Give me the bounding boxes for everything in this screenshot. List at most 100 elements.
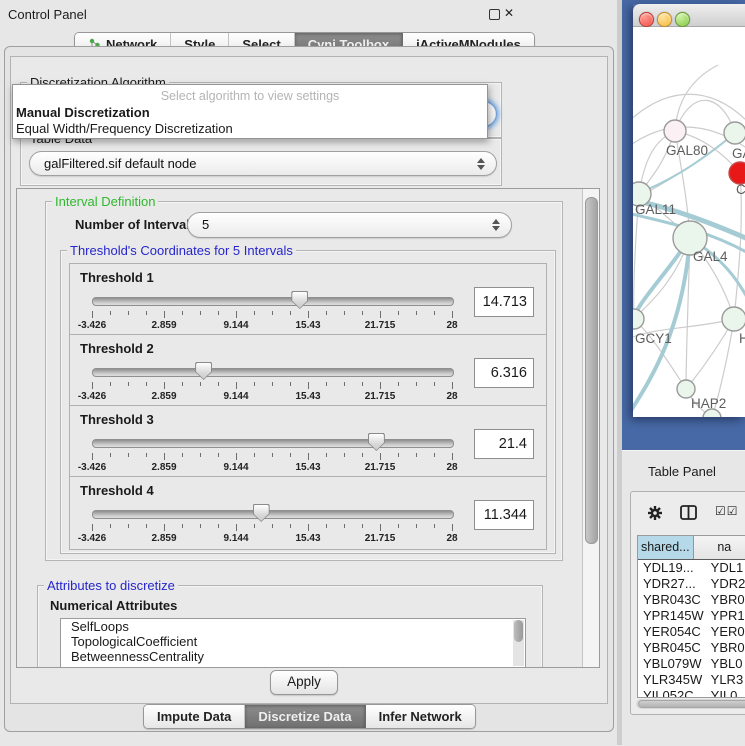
cell-name: YDL1	[707, 560, 745, 576]
slider-thumb[interactable]	[195, 362, 212, 380]
table-row[interactable]: YPR145WYPR1	[638, 608, 745, 624]
split-columns-icon[interactable]	[680, 505, 697, 520]
table-panel-box: ☑☑ shared... na YDL19...YDL1YDR27...YDR2…	[630, 491, 745, 715]
tick-mark	[290, 311, 291, 315]
tick-mark	[92, 453, 93, 460]
tab-label: Impute Data	[157, 709, 231, 724]
minimize-traffic-light[interactable]	[657, 12, 672, 27]
table-row[interactable]: YLR345WYLR3	[638, 672, 745, 688]
tick-mark	[146, 453, 147, 457]
tick-mark	[218, 524, 219, 528]
close-traffic-light[interactable]	[639, 12, 654, 27]
attribute-list-item[interactable]: SelfLoops	[61, 619, 525, 634]
tab-discretize-data[interactable]: Discretize Data	[245, 705, 365, 728]
attribute-list-item[interactable]: BetweennessCentrality	[61, 649, 525, 664]
node-label: GAL11	[635, 202, 676, 217]
slider-thumb[interactable]	[368, 433, 385, 451]
table-row[interactable]: YBR045CYBR0	[638, 640, 745, 656]
threshold-value-field[interactable]: 14.713	[474, 287, 534, 317]
tab-label: Infer Network	[379, 709, 462, 724]
tick-mark	[254, 453, 255, 457]
scrollbar-thumb[interactable]	[585, 197, 598, 544]
table-row[interactable]: YDR27...YDR2	[638, 576, 745, 592]
scale-label: 28	[446, 462, 457, 473]
table-toolbar: ☑☑	[631, 492, 745, 534]
scale-label: -3.426	[78, 533, 106, 544]
close-icon[interactable]: ✕	[504, 6, 514, 20]
gear-icon[interactable]	[647, 505, 663, 521]
cell-name: YER0	[707, 624, 745, 640]
attribute-list-item[interactable]: TopologicalCoefficient	[61, 634, 525, 649]
threshold-value-field[interactable]: 6.316	[474, 358, 534, 388]
scale-label: -3.426	[78, 391, 106, 402]
network-node-red[interactable]	[729, 162, 745, 184]
checkbox-icons[interactable]: ☑☑	[715, 504, 739, 518]
number-of-intervals-combo[interactable]: 5	[187, 212, 512, 238]
threshold-value-field[interactable]: 21.4	[474, 429, 534, 459]
slider-thumb[interactable]	[253, 504, 270, 522]
tick-mark	[146, 524, 147, 528]
tick-mark	[146, 382, 147, 386]
tick-mark	[380, 453, 381, 460]
table-row[interactable]: YBL079WYBL0	[638, 656, 745, 672]
slider-thumb[interactable]	[291, 291, 308, 309]
tick-mark	[290, 382, 291, 386]
cell-shared-name: YLR345W	[638, 672, 707, 688]
horizontal-scrollbar[interactable]	[636, 699, 745, 709]
network-canvas[interactable]: GAL80GACGAL11GAL4GCY1HHAP2	[633, 27, 745, 417]
dropdown-option-equal-width[interactable]: Equal Width/Frequency Discretization	[16, 121, 233, 136]
attributes-listbox[interactable]: SelfLoopsTopologicalCoefficientBetweenne…	[60, 618, 526, 668]
slider-track[interactable]	[92, 439, 454, 448]
tick-mark	[344, 524, 345, 528]
scale-label: 9.144	[223, 533, 248, 544]
slider-track[interactable]	[92, 368, 454, 377]
tick-mark	[254, 524, 255, 528]
tick-mark	[272, 524, 273, 528]
column-header-shared-name[interactable]: shared...	[638, 536, 694, 559]
scale-label: 2.859	[151, 462, 176, 473]
network-node-green[interactable]	[722, 307, 745, 331]
tick-mark	[398, 453, 399, 457]
network-node-green[interactable]	[724, 122, 745, 144]
threshold-label: Threshold 1	[80, 270, 154, 285]
table-row[interactable]: YBR043CYBR0	[638, 592, 745, 608]
scale-label: 15.43	[295, 462, 320, 473]
float-window-icon[interactable]	[489, 9, 500, 20]
tab-infer-network[interactable]: Infer Network	[366, 705, 475, 728]
table-data-combo[interactable]: galFiltered.sif default node	[29, 151, 497, 176]
table-row[interactable]: YIL052CYIL0	[638, 688, 745, 698]
numerical-attributes-label: Numerical Attributes	[50, 598, 177, 613]
list-scrollbar[interactable]	[513, 620, 524, 666]
scrollbar-thumb[interactable]	[638, 700, 745, 708]
tick-mark	[344, 453, 345, 457]
node-table[interactable]: shared... na YDL19...YDL1YDR27...YDR2YBR…	[637, 535, 745, 698]
threshold-value-field[interactable]: 11.344	[474, 500, 534, 530]
tick-mark	[362, 524, 363, 528]
scale-label: 15.43	[295, 533, 320, 544]
zoom-traffic-light[interactable]	[675, 12, 690, 27]
network-node-pink[interactable]	[664, 120, 686, 142]
threshold-panel: Threshold 2-3.4262.8599.14415.4321.71528…	[69, 334, 547, 408]
network-node-green[interactable]	[633, 309, 644, 329]
tick-mark	[164, 382, 165, 389]
tick-mark	[290, 524, 291, 528]
cell-shared-name: YBL079W	[638, 656, 707, 672]
tab-impute-data[interactable]: Impute Data	[144, 705, 245, 728]
slider-track[interactable]	[92, 510, 454, 519]
network-window-titlebar[interactable]	[633, 4, 745, 27]
apply-button[interactable]: Apply	[270, 670, 338, 695]
combo-stepper-icon	[476, 157, 485, 171]
scrollbar-thumb[interactable]	[514, 620, 523, 642]
thresholds-group: Threshold's Coordinates for 5 Intervals …	[60, 250, 556, 554]
dropdown-option-manual[interactable]: Manual Discretization	[16, 105, 150, 120]
cell-name: YDR2	[707, 576, 745, 592]
table-row[interactable]: YER054CYER0	[638, 624, 745, 640]
tick-mark	[236, 382, 237, 389]
network-view-window[interactable]: GAL80GACGAL11GAL4GCY1HHAP2	[633, 4, 745, 417]
slider-track[interactable]	[92, 297, 454, 306]
column-header-name[interactable]: na	[694, 536, 745, 559]
tick-mark	[218, 382, 219, 386]
tick-mark	[200, 382, 201, 386]
vertical-scrollbar[interactable]	[582, 189, 599, 667]
table-row[interactable]: YDL19...YDL1	[638, 560, 745, 576]
